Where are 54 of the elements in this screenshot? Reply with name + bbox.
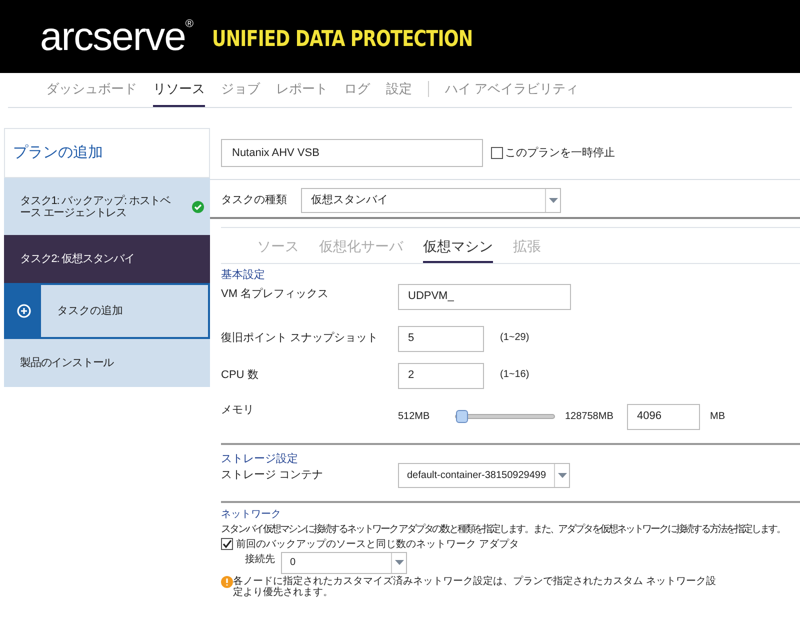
range-hint: (1~16) [499, 368, 530, 382]
nav-tab[interactable]: ハイ アベイラビリティ [445, 78, 579, 107]
warning-text: 各ノードに指定されたカスタマイズ済みネットワーク設定は、プランで指定されたカスタム ネットワーク設定より優先されます。 [233, 576, 717, 598]
task-item[interactable]: タスク2: 仮想スタンバイ [4, 235, 210, 283]
storage-dropdown[interactable]: default-container-38150929499 [398, 463, 570, 488]
field-label: メモリ [221, 402, 255, 418]
plan-name-field[interactable]: Nutanix AHV VSB [221, 139, 483, 167]
input-field[interactable]: UDPVM_ [398, 284, 571, 310]
field-label: CPU 数 [221, 368, 260, 382]
field-label: 復旧ポイント スナップショット [221, 330, 380, 346]
task-item[interactable]: 製品のインストール [4, 339, 210, 387]
nav-tab[interactable]: 設定 [386, 78, 412, 107]
caret-icon [558, 473, 566, 478]
add-task-button[interactable]: タスクの追加 [4, 283, 210, 339]
max-label: 128758MB [564, 410, 614, 424]
input-field[interactable]: 4096 [627, 404, 700, 430]
input-field[interactable]: 2 [398, 362, 484, 388]
settings-tab[interactable]: 仮想マシン [423, 236, 493, 263]
field-label: VM 名プレフィックス [221, 286, 330, 302]
section-heading: ネットワーク [221, 508, 282, 522]
plan-title: プランの追加 [13, 142, 103, 163]
same-adapter-label: 前回のバックアップのソースと同じ数のネットワーク アダプタ [236, 538, 519, 552]
connect-dropdown[interactable]: 0 [281, 552, 407, 574]
connect-label: 接続先 [245, 552, 275, 566]
checkbox[interactable] [221, 538, 233, 550]
task-item[interactable]: タスク1: バックアップ: ホストベース エージェントレス [4, 178, 210, 235]
unit-label: MB [709, 410, 725, 424]
product-name: UNIFIED DATA PROTECTION [212, 26, 472, 54]
nav-tab[interactable]: ダッシュボード [46, 78, 137, 107]
network-description: スタンバイ仮想マシンに接続するネットワーク アダプタの数と種類を指定します。また、アダプタを仮想ネットワークに接続する方法を指定します。 [221, 522, 785, 536]
registered-mark: ® [185, 18, 194, 30]
nav-tab[interactable]: ジョブ [221, 78, 260, 107]
task-type-dropdown[interactable]: 仮想スタンバイ [301, 188, 561, 213]
task-label: 製品のインストール [20, 357, 115, 369]
task-label: タスク1: バックアップ: ホストベース エージェントレス [20, 194, 172, 218]
section-heading: ストレージ設定 [221, 452, 299, 466]
input-field[interactable]: 5 [398, 326, 484, 352]
nav-tab[interactable]: リソース [153, 78, 205, 107]
checkbox[interactable] [491, 147, 503, 159]
caret-icon [394, 560, 404, 565]
warning-icon [221, 576, 233, 588]
logo: arcserve [40, 14, 186, 60]
nav-tab[interactable]: レポート [276, 78, 328, 107]
section-heading: 基本設定 [221, 268, 266, 283]
plus-icon [16, 304, 30, 318]
field-label: ストレージ コンテナ [221, 468, 324, 483]
range-hint: (1~29) [499, 330, 530, 344]
slider-thumb[interactable] [456, 410, 468, 423]
pause-label: このプランを一時停止 [505, 146, 615, 161]
task-label: タスク2: 仮想スタンバイ [20, 253, 136, 265]
min-label: 512MB [398, 410, 431, 424]
task-type-label: タスクの種類 [221, 193, 288, 208]
caret-icon [548, 198, 558, 203]
nav-tab[interactable]: ログ [344, 78, 370, 107]
